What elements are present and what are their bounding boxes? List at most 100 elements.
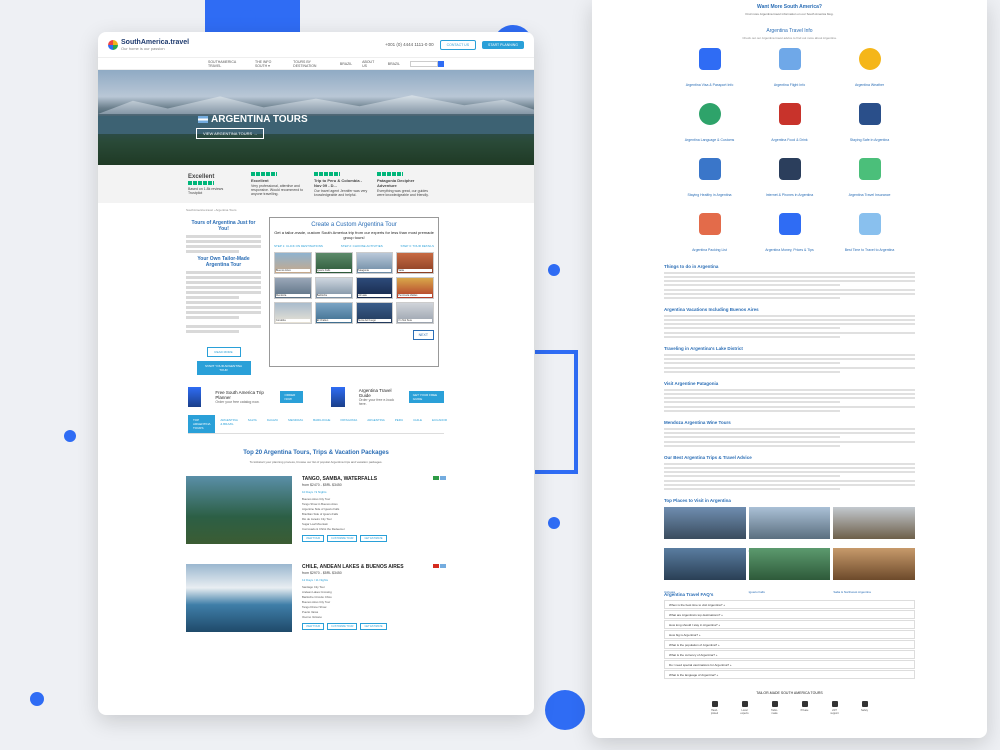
package-title[interactable]: CHILE, ANDEAN LAKES & BUENOS AIRES (302, 564, 446, 570)
place-card[interactable]: Bariloche & the Lake District (748, 507, 831, 553)
place-card[interactable]: Buenos Aires (664, 507, 746, 553)
nav-item[interactable]: THE INFO SOUTH ▾ (255, 60, 283, 68)
read-more-button[interactable]: READ MORE (206, 347, 241, 357)
decor-dot (64, 430, 76, 442)
destination-tile[interactable]: Tierra del Fuego (355, 302, 394, 324)
info-link[interactable]: Argentina Travel Insurance (830, 158, 910, 201)
view-tour-button[interactable]: VIEW TOUR (302, 623, 325, 630)
info-link[interactable]: Argentina Flight Info (750, 48, 830, 91)
place-card[interactable]: Iguazu Falls (748, 548, 831, 594)
tab[interactable]: ARGENTINA (362, 415, 390, 433)
destination-tile[interactable]: I'm Not Sure (396, 302, 434, 324)
tab[interactable]: IGUAZU (262, 415, 283, 433)
catalog-book-icon (188, 387, 202, 407)
info-link[interactable]: Staying Healthy in Argentina (670, 158, 750, 201)
faq-item[interactable]: What is the population of Argentina? + (664, 640, 915, 649)
info-link[interactable]: Internet & Phones in Argentina (750, 158, 830, 201)
faq-item[interactable]: How big is Argentina? + (664, 630, 915, 639)
destination-tile[interactable]: Patagonia (355, 252, 394, 274)
nav-item[interactable]: BRAZIL (388, 62, 400, 66)
order-catalog-button[interactable]: ORDER NOW (280, 391, 304, 403)
logo[interactable]: SouthAmerica.travel Our home is our pass… (108, 39, 189, 51)
nav-item[interactable]: TOURS BY DESTINATION (293, 60, 330, 68)
review-card[interactable]: Patagonia Decipher Adventure Everything w… (377, 171, 432, 197)
get-estimate-button[interactable]: GET ESTIMATE (360, 623, 387, 630)
main-nav: SOUTHAMERICA TRAVEL THE INFO SOUTH ▾ TOU… (98, 58, 534, 70)
info-link[interactable]: Argentina Packing List (670, 213, 750, 256)
step-tab[interactable]: STEP 1: CLICK ON DESTINATIONS (274, 244, 323, 248)
package-image[interactable] (186, 476, 292, 544)
customize-tour-button[interactable]: CUSTOMIZE TOUR (327, 623, 358, 630)
faq-item[interactable]: What is the language of Argentina? + (664, 670, 915, 679)
faq-item[interactable]: What are Argentina's top destinations? + (664, 610, 915, 619)
info-link[interactable]: Argentina Language & Customs (670, 103, 750, 146)
tab[interactable]: CHILE (408, 415, 427, 433)
destination-tile[interactable]: Buenos Aires (274, 252, 312, 274)
destination-tile[interactable]: Mendoza (274, 277, 312, 299)
info-link[interactable]: Argentina Weather (830, 48, 910, 91)
nav-item[interactable]: SOUTHAMERICA TRAVEL (208, 60, 245, 68)
package-title[interactable]: TANGO, SAMBA, WATERFALLS (302, 476, 446, 482)
step-tab[interactable]: STEP 2: CHOOSE ACTIVITIES (341, 244, 383, 248)
phone-number[interactable]: +001 (0) 4444 1111-0 00 (385, 42, 434, 47)
place-card[interactable]: Salta & Northwest Argentina (833, 548, 915, 594)
contact-button[interactable]: CONTACT US (439, 39, 477, 50)
tab[interactable]: PERU (390, 415, 408, 433)
intro-text: Tours of Argentina Just for You! Your Ow… (186, 217, 261, 379)
tab[interactable]: TOP ARGENTINA TOURS (188, 415, 216, 433)
info-link[interactable]: Argentina Food & Drink (750, 103, 830, 146)
nav-item[interactable]: ABOUT US (362, 60, 378, 68)
place-card[interactable]: Ushuaia (664, 548, 746, 594)
get-estimate-button[interactable]: GET ESTIMATE (360, 535, 387, 542)
start-tour-button[interactable]: START YOUR ARGENTINA TOUR (196, 361, 251, 375)
faq-item[interactable]: What is the currency of Argentina? + (664, 650, 915, 659)
more-subtitle: Find more Argentina travel information o… (745, 12, 834, 16)
package-image[interactable] (186, 564, 292, 632)
faq-item[interactable]: How long should I stay in Argentina? + (664, 620, 915, 629)
search-box[interactable] (410, 60, 444, 67)
info-link[interactable]: Best Time to Travel to Argentina (830, 213, 910, 256)
logo-icon (108, 39, 118, 50)
plane-icon (778, 48, 801, 70)
breadcrumb[interactable]: SouthAmerica.travel › Argentina Tours (98, 203, 534, 217)
get-guide-button[interactable]: GET YOUR FREE GUIDE (408, 391, 444, 403)
faq-item[interactable]: Do I need special vaccinations for Argen… (664, 660, 915, 669)
customize-tour-button[interactable]: CUSTOMIZE TOUR (327, 535, 358, 542)
destination-tile[interactable]: Bariloche (314, 277, 353, 299)
info-link[interactable]: Argentina Money, Prices & Tips (750, 213, 830, 256)
view-tours-button[interactable]: VIEW ARGENTINA TOURS → (196, 128, 265, 139)
destination-tile[interactable]: El Chalten (314, 302, 353, 324)
view-tour-button[interactable]: VIEW TOUR (302, 535, 325, 542)
left-page-preview: SouthAmerica.travel Our home is our pass… (98, 32, 534, 715)
enquire-button[interactable]: START PLANNING (482, 40, 524, 49)
nav-item[interactable]: BRAZIL (340, 62, 352, 66)
search-icon[interactable] (438, 60, 444, 67)
package-price: from $2970 - $5RL $3450 (302, 571, 342, 575)
destination-tile[interactable]: Iguazu Falls (314, 252, 353, 274)
tab[interactable]: SALTA (243, 415, 262, 433)
faq-item[interactable]: When is the best time to visit Argentina… (664, 600, 915, 609)
feature-icon (801, 701, 808, 707)
tab[interactable]: PATAGONIA (335, 415, 362, 433)
tab[interactable]: MENDOZA (283, 415, 308, 433)
passport-icon (698, 48, 721, 70)
info-link[interactable]: Argentina Visa & Passport Info (670, 48, 750, 91)
list-item: Bariloche Circuito Chico (302, 595, 332, 599)
tab[interactable]: ARGENTINA & BRAZIL (215, 415, 242, 433)
promo-text: Argentina Travel Guide Order your free e-… (358, 388, 395, 406)
place-card[interactable]: Mendoza (833, 507, 915, 553)
search-input[interactable] (410, 60, 438, 67)
tab[interactable]: ECUADOR (427, 415, 452, 433)
review-card[interactable]: Excellent Very professional, attentive an… (251, 172, 306, 196)
destination-tile[interactable]: Ushuaia (355, 277, 394, 299)
guide-book-icon (331, 387, 345, 407)
step-tab[interactable]: STEP 3: TOUR DETAILS (401, 244, 434, 248)
info-link[interactable]: Staying Safe in Argentina (830, 103, 910, 146)
destination-tile[interactable]: Cordoba (274, 302, 312, 324)
next-button[interactable]: NEXT (412, 330, 434, 340)
destination-tile[interactable]: Salta (396, 252, 434, 274)
tab[interactable]: BARILOCHE (308, 415, 335, 433)
destination-tile[interactable]: Peninsula Valdes (396, 277, 434, 299)
review-card[interactable]: Trip to Peru & Colombia - Nov 09 - D... O… (314, 171, 369, 197)
custom-tour-form: Create a Custom Argentina Tour Get a tai… (269, 217, 439, 367)
